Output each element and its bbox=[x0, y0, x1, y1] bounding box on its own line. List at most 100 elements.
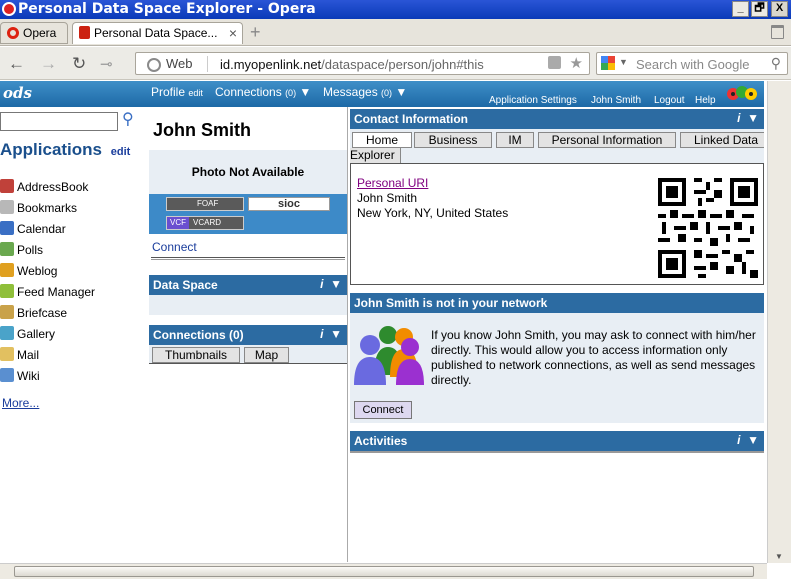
vcard-badge[interactable]: VCF VCARD bbox=[166, 216, 244, 230]
tab-linked-data[interactable]: Linked Data bbox=[680, 132, 764, 148]
address-field[interactable]: Web id.myopenlink.net/dataspace/person/j… bbox=[135, 52, 590, 75]
personal-uri-link[interactable]: Personal URI bbox=[357, 176, 428, 190]
collapse-icon[interactable]: ▼ bbox=[330, 327, 342, 341]
opera-menu-button[interactable]: Opera bbox=[0, 22, 68, 44]
info-icon[interactable]: i bbox=[737, 111, 740, 125]
connections-panel-controls: i ▼ bbox=[320, 327, 342, 341]
connections-panel-title: Connections (0) bbox=[153, 328, 244, 342]
network-message: If you know John Smith, you may ask to c… bbox=[431, 328, 756, 387]
google-search-engine-icon[interactable] bbox=[601, 56, 615, 70]
header-link-help[interactable]: Help bbox=[695, 95, 716, 106]
contact-location: New York, NY, United States bbox=[357, 206, 509, 220]
info-icon[interactable]: i bbox=[320, 327, 323, 341]
scroll-down-arrow-icon[interactable]: ▼ bbox=[775, 552, 783, 561]
info-icon[interactable]: i bbox=[320, 277, 323, 291]
foaf-badge[interactable]: FOAF bbox=[166, 197, 244, 211]
network-title: John Smith is not in your network bbox=[354, 296, 548, 310]
tab-im[interactable]: IM bbox=[496, 132, 534, 148]
applications-edit-link[interactable]: edit bbox=[111, 146, 131, 158]
connect-button[interactable]: Connect bbox=[354, 401, 412, 419]
tab-explorer[interactable]: Explorer bbox=[350, 148, 401, 164]
sidebar-search-input[interactable] bbox=[0, 112, 118, 131]
profile-menu[interactable]: Profile edit bbox=[151, 85, 203, 99]
tab-thumbnails[interactable]: Thumbnails bbox=[152, 347, 240, 363]
activities-header[interactable]: Activities i ▼ bbox=[350, 431, 764, 451]
forward-arrow-icon[interactable]: → bbox=[40, 54, 57, 74]
rss-feed-icon[interactable] bbox=[548, 56, 561, 69]
contact-name: John Smith bbox=[357, 191, 418, 205]
tab-close-icon[interactable]: × bbox=[229, 25, 237, 41]
sidebar-search-icon[interactable]: ⚲ bbox=[122, 109, 134, 129]
new-tab-icon[interactable]: + bbox=[250, 22, 261, 43]
connections-menu[interactable]: Connections (0) ▼ bbox=[215, 85, 311, 99]
network-header[interactable]: John Smith is not in your network bbox=[350, 293, 764, 313]
sidebar-item-label: Wiki bbox=[17, 369, 40, 383]
horizontal-scroll-thumb[interactable] bbox=[14, 566, 754, 577]
web-mode-badge[interactable]: Web bbox=[140, 56, 208, 72]
qr-code-icon bbox=[658, 178, 758, 278]
tab-map[interactable]: Map bbox=[244, 347, 289, 363]
search-icon[interactable]: ⚲ bbox=[771, 55, 781, 72]
header-link-app-settings[interactable]: Application Settings bbox=[489, 95, 577, 106]
connections-chevron-down-icon[interactable]: ▼ bbox=[299, 85, 311, 99]
bookmarks-icon bbox=[0, 200, 14, 214]
messages-chevron-down-icon[interactable]: ▼ bbox=[395, 85, 407, 99]
profile-name: John Smith bbox=[153, 120, 251, 140]
people-group-icon bbox=[354, 326, 424, 385]
connections-panel-header[interactable]: Connections (0) i ▼ bbox=[149, 325, 347, 345]
horizontal-scrollbar[interactable] bbox=[0, 563, 767, 579]
data-space-controls: i ▼ bbox=[320, 277, 342, 291]
close-window-button[interactable]: X bbox=[771, 1, 788, 17]
main-content: Contact Information i ▼ Home Business IM… bbox=[350, 107, 764, 562]
url-path: /dataspace/person/john#this bbox=[321, 57, 484, 72]
url-text[interactable]: id.myopenlink.net/dataspace/person/john#… bbox=[220, 57, 484, 72]
key-icon[interactable]: ⊸ bbox=[100, 55, 113, 73]
applications-heading: Applications edit bbox=[0, 140, 130, 160]
profile-link[interactable]: Profile bbox=[151, 85, 185, 99]
contact-info-header[interactable]: Contact Information i ▼ bbox=[350, 109, 764, 129]
back-arrow-icon[interactable]: ← bbox=[8, 54, 25, 74]
trash-icon[interactable] bbox=[771, 25, 784, 39]
collapse-icon[interactable]: ▼ bbox=[747, 433, 759, 447]
tab-home[interactable]: Home bbox=[352, 132, 412, 148]
sioc-badge[interactable]: sioc bbox=[248, 197, 330, 211]
header-link-logout[interactable]: Logout bbox=[654, 95, 685, 106]
search-field[interactable]: ▼ Search with Google ⚲ bbox=[596, 52, 788, 75]
profile-edit-link[interactable]: edit bbox=[188, 88, 203, 98]
tab-business[interactable]: Business bbox=[414, 132, 492, 148]
web-mode-label: Web bbox=[166, 56, 193, 71]
reload-icon[interactable]: ↻ bbox=[72, 54, 86, 74]
collapse-icon[interactable]: ▼ bbox=[330, 277, 342, 291]
vcf-label: VCF bbox=[167, 217, 189, 229]
header-link-user[interactable]: John Smith bbox=[591, 95, 641, 106]
sidebar-item-label: Gallery bbox=[17, 327, 56, 341]
divider bbox=[151, 257, 345, 260]
more-apps-link[interactable]: More... bbox=[2, 396, 39, 410]
vertical-scrollbar[interactable]: ▼ bbox=[767, 81, 791, 563]
ods-logo[interactable]: ods bbox=[3, 84, 32, 102]
collapse-icon[interactable]: ▼ bbox=[747, 111, 759, 125]
messages-link[interactable]: Messages bbox=[323, 85, 378, 99]
navigation-bar: ← → ↻ ⊸ Web id.myopenlink.net/dataspace/… bbox=[0, 47, 791, 80]
bookmark-star-icon[interactable]: ★ bbox=[570, 54, 583, 72]
sidebar-item-label: AddressBook bbox=[17, 180, 89, 194]
profile-column: John Smith Photo Not Available FOAF sioc… bbox=[149, 107, 348, 562]
profile-connect-link[interactable]: Connect bbox=[152, 240, 197, 254]
people-group-icon bbox=[727, 86, 757, 100]
minimize-button[interactable]: _ bbox=[732, 1, 749, 17]
messages-menu[interactable]: Messages (0) ▼ bbox=[323, 85, 407, 99]
photo-placeholder: Photo Not Available bbox=[149, 150, 347, 194]
connections-link[interactable]: Connections bbox=[215, 85, 282, 99]
addressbook-icon bbox=[0, 179, 14, 193]
tab-personal-information[interactable]: Personal Information bbox=[538, 132, 676, 148]
maximize-button[interactable]: 🗗 bbox=[751, 1, 768, 17]
window-titlebar: Personal Data Space Explorer - Opera _ 🗗… bbox=[0, 0, 791, 19]
vcard-badge-label: VCARD bbox=[193, 218, 222, 227]
data-space-header[interactable]: Data Space i ▼ bbox=[149, 275, 347, 295]
tab-active[interactable]: Personal Data Space... × bbox=[72, 22, 243, 44]
calendar-icon bbox=[0, 221, 14, 235]
search-engine-dropdown-icon[interactable]: ▼ bbox=[619, 57, 628, 67]
info-icon[interactable]: i bbox=[737, 433, 740, 447]
badge-strip: FOAF sioc VCF VCARD bbox=[149, 194, 347, 234]
page-favicon-icon bbox=[79, 26, 90, 39]
